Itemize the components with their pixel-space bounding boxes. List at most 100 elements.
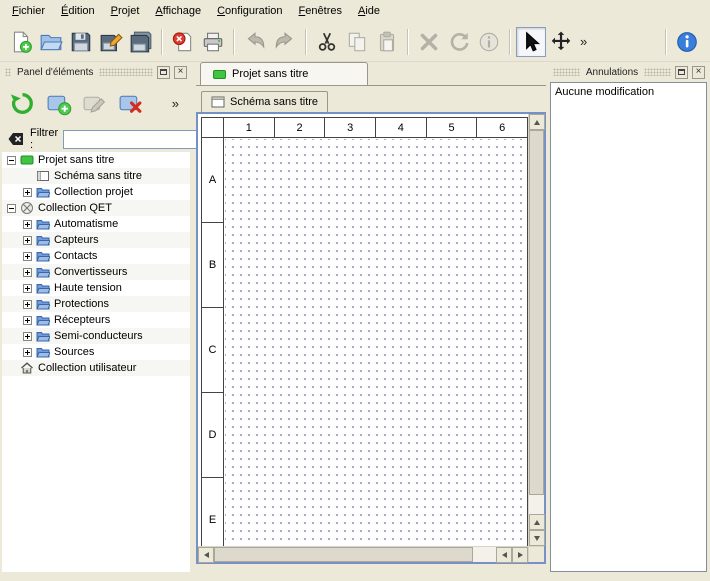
arrow-left-icon [502,552,507,558]
row-headers: A B C D E [202,138,224,546]
scroll-left-button[interactable] [198,547,214,563]
elements-tree[interactable]: Projet sans titre Schéma sans titre Coll… [2,152,190,572]
open-project-button[interactable] [36,27,66,57]
delete-element-button[interactable] [117,90,144,117]
scroll-up-button[interactable] [529,114,545,130]
undo-button[interactable] [240,27,270,57]
elements-panel-titlebar[interactable]: Panel d'éléments × [2,64,190,80]
tree-item-automatisme[interactable]: Automatisme [2,216,190,232]
scroll-down-button[interactable] [529,530,545,546]
paste-button[interactable] [372,27,402,57]
tab-schema-sans-titre[interactable]: Schéma sans titre [201,91,328,112]
rotate-button[interactable] [444,27,474,57]
expand-icon[interactable] [23,252,32,261]
new-element-button[interactable] [45,90,72,117]
collapse-icon[interactable] [7,204,16,213]
expand-icon[interactable] [23,220,32,229]
folder-icon [36,185,50,199]
collapse-icon[interactable] [7,156,16,165]
vertical-scroll-thumb[interactable] [529,130,544,495]
expand-icon[interactable] [23,236,32,245]
undo-icon [243,30,267,54]
cut-button[interactable] [312,27,342,57]
scroll-right-button[interactable] [512,547,528,563]
arrow-left-icon [204,552,209,558]
diagram-canvas[interactable] [225,139,527,546]
edit-element-button[interactable] [81,90,108,117]
menu-aide[interactable]: Aide [350,1,388,21]
toolbar-overflow-chevron[interactable]: » [576,34,591,49]
tree-item-projet-sans-titre[interactable]: Projet sans titre [2,152,190,168]
filter-label: Filtrer : [30,127,58,151]
undo-panel-dock: Annulations × Aucune modification [550,64,708,572]
reload-icon [9,90,36,117]
tree-item-semi-conducteurs[interactable]: Semi-conducteurs [2,328,190,344]
menu-fenetres[interactable]: Fenêtres [291,1,350,21]
new-project-button[interactable] [6,27,36,57]
menu-fichier[interactable]: Fichier [4,1,53,21]
delete-element-icon [117,90,144,117]
save-all-button[interactable] [126,27,156,57]
select-mode-button[interactable] [516,27,546,57]
vertical-scrollbar[interactable] [528,114,544,546]
project-tabbar: Projet sans titre [196,62,546,86]
copy-button[interactable] [342,27,372,57]
menu-configuration[interactable]: Configuration [209,1,290,21]
menu-projet[interactable]: Projet [103,1,148,21]
save-button[interactable] [66,27,96,57]
tree-item-protections[interactable]: Protections [2,296,190,312]
expand-icon[interactable] [23,300,32,309]
expand-icon[interactable] [23,316,32,325]
menubar: Fichier Édition Projet Affichage Configu… [0,0,710,22]
redo-button[interactable] [270,27,300,57]
tree-item-collection-utilisateur[interactable]: Collection utilisateur [2,360,190,376]
close-panel-button[interactable]: × [174,66,187,79]
undo-panel-titlebar[interactable]: Annulations × [550,64,708,80]
float-icon [160,69,167,75]
conductor-info-button[interactable] [474,27,504,57]
expand-icon[interactable] [23,332,32,341]
clear-filter-button[interactable] [7,130,25,148]
new-element-icon [45,90,72,117]
tree-item-schema-sans-titre[interactable]: Schéma sans titre [2,168,190,184]
folder-icon [36,297,50,311]
tree-item-capteurs[interactable]: Capteurs [2,232,190,248]
horizontal-scrollbar[interactable] [198,546,528,562]
tree-item-recepteurs[interactable]: Récepteurs [2,312,190,328]
tree-item-collection-projet[interactable]: Collection projet [2,184,190,200]
close-panel-button[interactable]: × [692,66,705,79]
tree-item-contacts[interactable]: Contacts [2,248,190,264]
menu-edition[interactable]: Édition [53,1,103,21]
close-file-button[interactable] [168,27,198,57]
schema-icon [36,169,50,183]
about-qet-button[interactable] [672,27,702,57]
float-panel-button[interactable] [675,66,688,79]
panel-overflow-chevron[interactable]: » [168,96,183,111]
scroll-left-button-2[interactable] [496,547,512,563]
qet-collection-icon [20,201,34,215]
menu-affichage[interactable]: Affichage [147,1,209,21]
pan-mode-button[interactable] [546,27,576,57]
tree-item-haute-tension[interactable]: Haute tension [2,280,190,296]
expand-icon[interactable] [23,348,32,357]
expand-icon[interactable] [23,284,32,293]
filter-input[interactable] [63,130,213,149]
horizontal-scroll-thumb[interactable] [214,547,473,562]
float-panel-button[interactable] [157,66,170,79]
scroll-up-button-2[interactable] [529,514,545,530]
print-button[interactable] [198,27,228,57]
reload-collections-button[interactable] [9,90,36,117]
delete-button[interactable] [414,27,444,57]
horizontal-scroll-track[interactable] [214,547,496,562]
tree-item-convertisseurs[interactable]: Convertisseurs [2,264,190,280]
save-as-button[interactable] [96,27,126,57]
expand-icon[interactable] [23,268,32,277]
tree-item-sources[interactable]: Sources [2,344,190,360]
undo-history-list[interactable]: Aucune modification [550,82,707,572]
vertical-scroll-track[interactable] [529,130,544,514]
tree-item-label: Automatisme [54,218,118,230]
diagram-sheet[interactable]: 1 2 3 4 5 6 A B C D E [198,114,528,546]
expand-icon[interactable] [23,188,32,197]
tree-item-collection-qet[interactable]: Collection QET [2,200,190,216]
tab-projet-sans-titre[interactable]: Projet sans titre [200,62,368,85]
